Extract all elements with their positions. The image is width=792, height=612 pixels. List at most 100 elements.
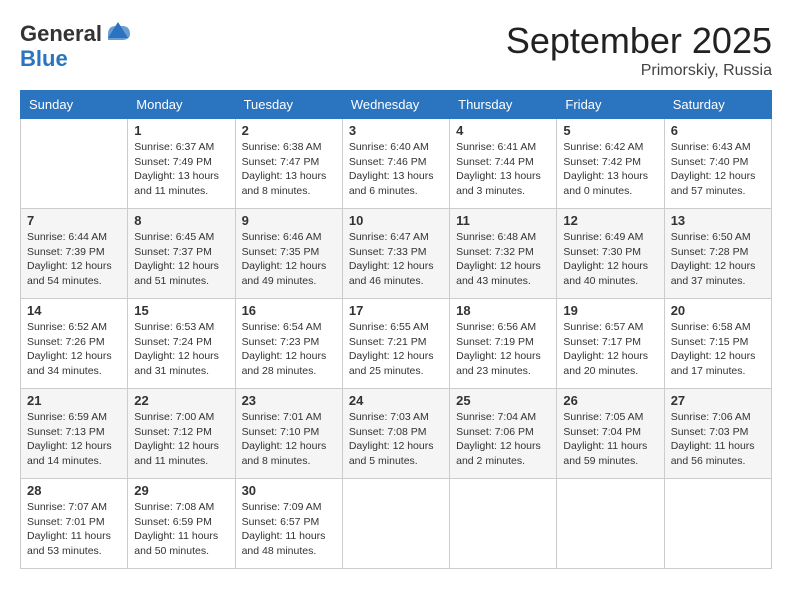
logo-icon	[104, 18, 132, 46]
day-info: Sunrise: 7:04 AMSunset: 7:06 PMDaylight:…	[456, 410, 550, 469]
day-info: Sunrise: 7:01 AMSunset: 7:10 PMDaylight:…	[242, 410, 336, 469]
calendar-cell	[21, 119, 128, 209]
day-info: Sunrise: 6:48 AMSunset: 7:32 PMDaylight:…	[456, 230, 550, 289]
calendar-cell: 15 Sunrise: 6:53 AMSunset: 7:24 PMDayligh…	[128, 299, 235, 389]
calendar-cell: 28Sunrise: 7:07 AMSunset: 7:01 PMDayligh…	[21, 479, 128, 569]
calendar-cell: 20 Sunrise: 6:58 AMSunset: 7:15 PMDayligh…	[664, 299, 771, 389]
day-info: Sunrise: 6:41 AMSunset: 7:44 PMDaylight:…	[456, 140, 550, 199]
calendar-cell: 4 Sunrise: 6:41 AMSunset: 7:44 PMDaylight…	[450, 119, 557, 209]
calendar-cell: 8Sunrise: 6:45 AMSunset: 7:37 PMDaylight…	[128, 209, 235, 299]
col-header-tuesday: Tuesday	[235, 91, 342, 119]
day-number: 9	[242, 213, 336, 228]
calendar-cell: 1 Sunrise: 6:37 AMSunset: 7:49 PMDaylight…	[128, 119, 235, 209]
calendar-cell: 23 Sunrise: 7:01 AMSunset: 7:10 PMDayligh…	[235, 389, 342, 479]
col-header-monday: Monday	[128, 91, 235, 119]
col-header-friday: Friday	[557, 91, 664, 119]
day-info: Sunrise: 7:08 AMSunset: 6:59 PMDaylight:…	[134, 500, 228, 559]
day-number: 13	[671, 213, 765, 228]
day-info: Sunrise: 6:50 AMSunset: 7:28 PMDaylight:…	[671, 230, 765, 289]
day-number: 18	[456, 303, 550, 318]
logo-general: General	[20, 23, 102, 45]
calendar-cell: 2 Sunrise: 6:38 AMSunset: 7:47 PMDaylight…	[235, 119, 342, 209]
calendar-cell: 26 Sunrise: 7:05 AMSunset: 7:04 PMDayligh…	[557, 389, 664, 479]
calendar-cell: 3 Sunrise: 6:40 AMSunset: 7:46 PMDaylight…	[342, 119, 449, 209]
calendar-cell: 9 Sunrise: 6:46 AMSunset: 7:35 PMDaylight…	[235, 209, 342, 299]
col-header-wednesday: Wednesday	[342, 91, 449, 119]
day-info: Sunrise: 6:54 AMSunset: 7:23 PMDaylight:…	[242, 320, 336, 379]
calendar-cell: 11 Sunrise: 6:48 AMSunset: 7:32 PMDayligh…	[450, 209, 557, 299]
day-info: Sunrise: 7:03 AMSunset: 7:08 PMDaylight:…	[349, 410, 443, 469]
day-info: Sunrise: 6:57 AMSunset: 7:17 PMDaylight:…	[563, 320, 657, 379]
calendar-cell: 10 Sunrise: 6:47 AMSunset: 7:33 PMDayligh…	[342, 209, 449, 299]
calendar-cell: 5 Sunrise: 6:42 AMSunset: 7:42 PMDaylight…	[557, 119, 664, 209]
calendar-cell: 16 Sunrise: 6:54 AMSunset: 7:23 PMDayligh…	[235, 299, 342, 389]
day-number: 2	[242, 123, 336, 138]
day-number: 27	[671, 393, 765, 408]
calendar-cell: 29 Sunrise: 7:08 AMSunset: 6:59 PMDayligh…	[128, 479, 235, 569]
day-info: Sunrise: 6:43 AMSunset: 7:40 PMDaylight:…	[671, 140, 765, 199]
day-info: Sunrise: 6:44 AMSunset: 7:39 PMDaylight:…	[27, 230, 121, 289]
week-row-5: 28Sunrise: 7:07 AMSunset: 7:01 PMDayligh…	[21, 479, 772, 569]
col-header-saturday: Saturday	[664, 91, 771, 119]
calendar-cell: 13 Sunrise: 6:50 AMSunset: 7:28 PMDayligh…	[664, 209, 771, 299]
day-number: 19	[563, 303, 657, 318]
calendar-header-row: SundayMondayTuesdayWednesdayThursdayFrid…	[21, 91, 772, 119]
calendar-cell	[450, 479, 557, 569]
day-info: Sunrise: 6:55 AMSunset: 7:21 PMDaylight:…	[349, 320, 443, 379]
day-info: Sunrise: 6:53 AMSunset: 7:24 PMDaylight:…	[134, 320, 228, 379]
logo: General Blue	[20, 20, 132, 71]
day-number: 29	[134, 483, 228, 498]
day-number: 30	[242, 483, 336, 498]
calendar-cell: 6 Sunrise: 6:43 AMSunset: 7:40 PMDaylight…	[664, 119, 771, 209]
day-number: 20	[671, 303, 765, 318]
calendar-cell: 19 Sunrise: 6:57 AMSunset: 7:17 PMDayligh…	[557, 299, 664, 389]
day-info: Sunrise: 6:58 AMSunset: 7:15 PMDaylight:…	[671, 320, 765, 379]
day-number: 21	[27, 393, 121, 408]
day-number: 17	[349, 303, 443, 318]
day-info: Sunrise: 6:49 AMSunset: 7:30 PMDaylight:…	[563, 230, 657, 289]
title-block: September 2025 Primorskiy, Russia	[506, 20, 772, 80]
calendar-cell	[557, 479, 664, 569]
calendar-cell: 21 Sunrise: 6:59 AMSunset: 7:13 PMDayligh…	[21, 389, 128, 479]
day-number: 28	[27, 483, 121, 498]
day-number: 3	[349, 123, 443, 138]
day-info: Sunrise: 6:47 AMSunset: 7:33 PMDaylight:…	[349, 230, 443, 289]
day-info: Sunrise: 7:00 AMSunset: 7:12 PMDaylight:…	[134, 410, 228, 469]
week-row-1: 1 Sunrise: 6:37 AMSunset: 7:49 PMDaylight…	[21, 119, 772, 209]
calendar-cell: 30 Sunrise: 7:09 AMSunset: 6:57 PMDayligh…	[235, 479, 342, 569]
day-number: 26	[563, 393, 657, 408]
calendar-table: SundayMondayTuesdayWednesdayThursdayFrid…	[20, 90, 772, 569]
day-number: 22	[134, 393, 228, 408]
day-number: 11	[456, 213, 550, 228]
day-info: Sunrise: 6:46 AMSunset: 7:35 PMDaylight:…	[242, 230, 336, 289]
day-info: Sunrise: 6:37 AMSunset: 7:49 PMDaylight:…	[134, 140, 228, 199]
day-info: Sunrise: 6:45 AMSunset: 7:37 PMDaylight:…	[134, 230, 228, 289]
day-info: Sunrise: 6:59 AMSunset: 7:13 PMDaylight:…	[27, 410, 121, 469]
day-info: Sunrise: 7:09 AMSunset: 6:57 PMDaylight:…	[242, 500, 336, 559]
day-info: Sunrise: 7:05 AMSunset: 7:04 PMDaylight:…	[563, 410, 657, 469]
calendar-cell: 27Sunrise: 7:06 AMSunset: 7:03 PMDayligh…	[664, 389, 771, 479]
calendar-cell: 12 Sunrise: 6:49 AMSunset: 7:30 PMDayligh…	[557, 209, 664, 299]
day-number: 15	[134, 303, 228, 318]
day-number: 5	[563, 123, 657, 138]
day-number: 23	[242, 393, 336, 408]
day-number: 25	[456, 393, 550, 408]
day-number: 7	[27, 213, 121, 228]
calendar-cell: 17 Sunrise: 6:55 AMSunset: 7:21 PMDayligh…	[342, 299, 449, 389]
day-number: 16	[242, 303, 336, 318]
page-header: General Blue September 2025 Primorskiy, …	[20, 20, 772, 80]
day-number: 24	[349, 393, 443, 408]
day-info: Sunrise: 6:38 AMSunset: 7:47 PMDaylight:…	[242, 140, 336, 199]
day-number: 12	[563, 213, 657, 228]
col-header-sunday: Sunday	[21, 91, 128, 119]
day-info: Sunrise: 6:42 AMSunset: 7:42 PMDaylight:…	[563, 140, 657, 199]
day-number: 4	[456, 123, 550, 138]
col-header-thursday: Thursday	[450, 91, 557, 119]
day-number: 1	[134, 123, 228, 138]
calendar-cell: 22 Sunrise: 7:00 AMSunset: 7:12 PMDayligh…	[128, 389, 235, 479]
day-info: Sunrise: 6:40 AMSunset: 7:46 PMDaylight:…	[349, 140, 443, 199]
day-number: 6	[671, 123, 765, 138]
day-info: Sunrise: 6:52 AMSunset: 7:26 PMDaylight:…	[27, 320, 121, 379]
day-info: Sunrise: 6:56 AMSunset: 7:19 PMDaylight:…	[456, 320, 550, 379]
day-number: 10	[349, 213, 443, 228]
